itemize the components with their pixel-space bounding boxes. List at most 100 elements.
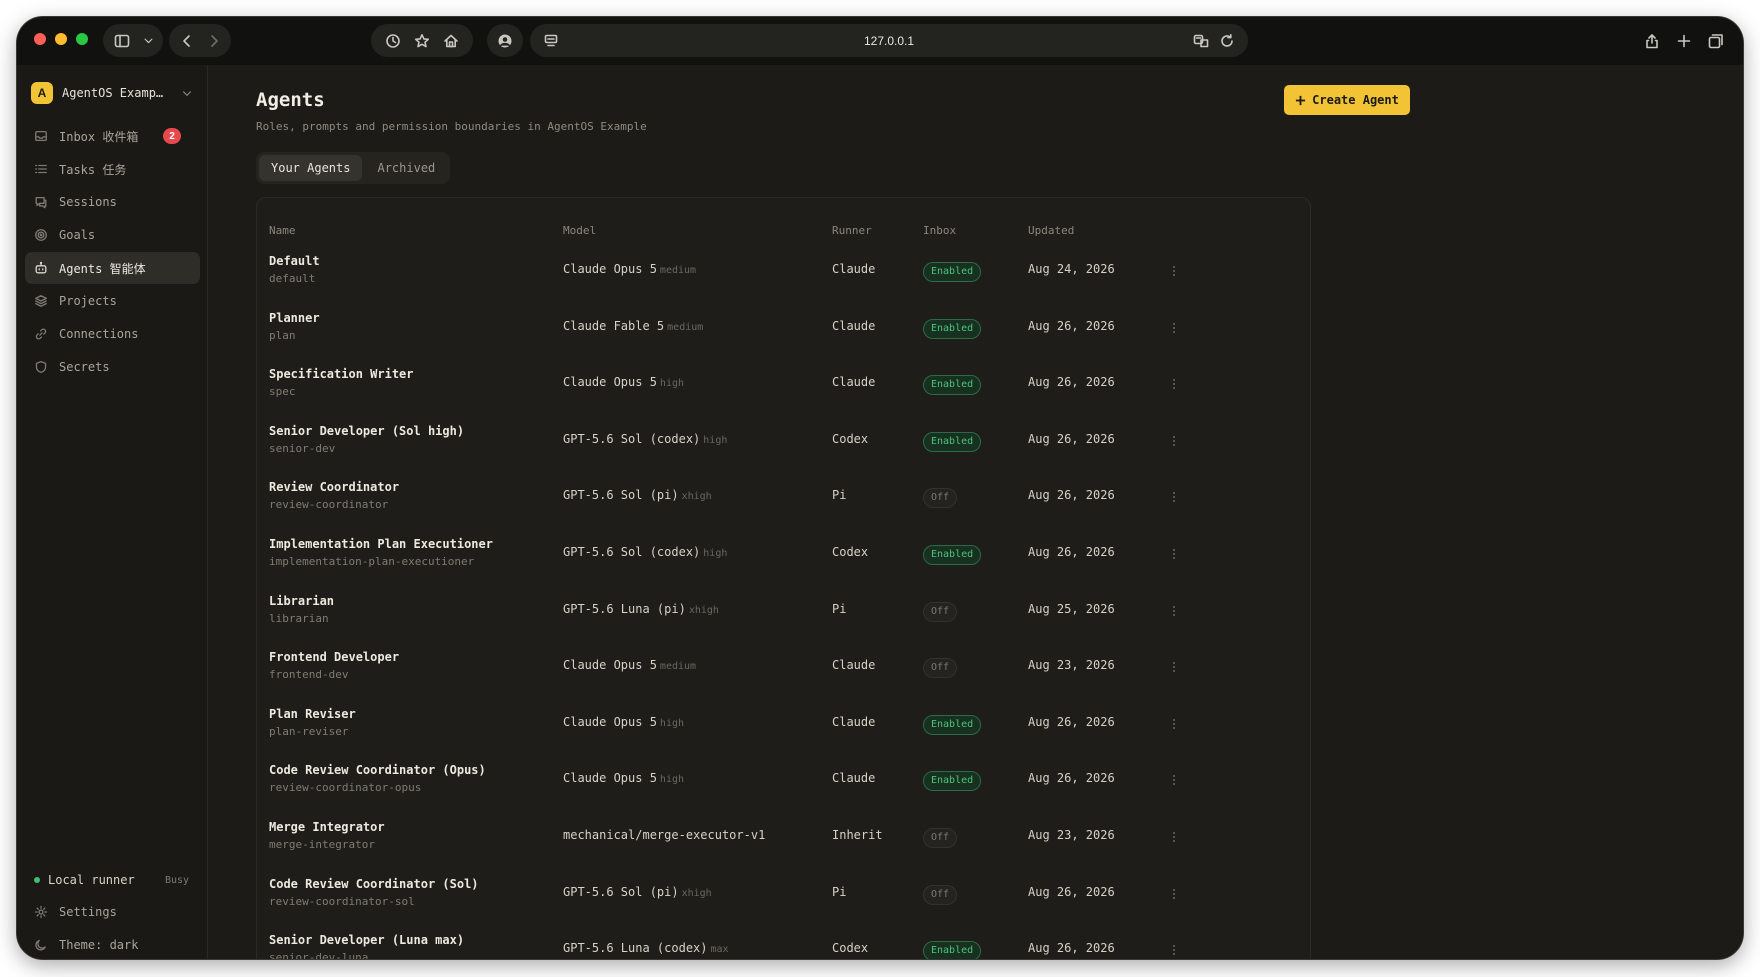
- row-menu-icon[interactable]: [1169, 489, 1179, 508]
- sidebar-item-sessions[interactable]: Sessions: [25, 186, 200, 218]
- row-menu-icon[interactable]: [1169, 546, 1179, 565]
- target-icon: [35, 229, 47, 241]
- profile-avatar-icon[interactable]: [492, 28, 518, 54]
- tab-overview-icon[interactable]: [1703, 28, 1729, 54]
- row-menu-icon[interactable]: [1169, 886, 1179, 905]
- agent-updated: Aug 26, 2026: [1028, 375, 1115, 390]
- create-agent-button[interactable]: Create Agent: [1284, 85, 1410, 115]
- table-row[interactable]: Planner plan Claude Fable 5 medium Claude Ena…: [257, 307, 1310, 364]
- agent-name[interactable]: Frontend Developer: [269, 650, 399, 664]
- share-icon[interactable]: [1639, 28, 1665, 54]
- workspace-switcher[interactable]: A AgentOS Examp…: [31, 80, 193, 106]
- agent-effort: max: [710, 944, 729, 956]
- agent-name[interactable]: Review Coordinator: [269, 480, 399, 494]
- agent-name[interactable]: Default: [269, 254, 320, 268]
- forward-icon[interactable]: [201, 28, 227, 54]
- sidebar-item-tasks[interactable]: Tasks 任务: [25, 153, 200, 185]
- chevron-down-icon[interactable]: [139, 28, 157, 54]
- row-menu-icon[interactable]: [1169, 942, 1179, 959]
- sidebar-toggle-group: [103, 24, 163, 57]
- sidebar-item-connections[interactable]: Connections: [25, 318, 200, 350]
- agent-name[interactable]: Code Review Coordinator (Sol): [269, 877, 479, 891]
- bookmark-star-icon[interactable]: [409, 28, 435, 54]
- row-menu-icon[interactable]: [1169, 772, 1179, 791]
- layers-icon: [35, 295, 47, 307]
- table-row[interactable]: Default default Claude Opus 5 medium Claude E…: [257, 250, 1310, 307]
- table-row[interactable]: Specification Writer spec Claude Opus 5 hig…: [257, 363, 1310, 420]
- inbox-status-badge: Off: [923, 884, 958, 905]
- table-row[interactable]: Code Review Coordinator (Sol) review-coor…: [257, 873, 1310, 930]
- agent-name[interactable]: Senior Developer (Sol high): [269, 424, 464, 438]
- theme-toggle[interactable]: Theme: dark: [25, 928, 200, 959]
- table-row[interactable]: Review Coordinator review-coordinator GPT-…: [257, 476, 1310, 533]
- minimize-window-button[interactable]: [55, 33, 67, 45]
- column-header-runner[interactable]: Runner: [832, 224, 872, 237]
- table-row[interactable]: Frontend Developer frontend-dev Claude Opu…: [257, 646, 1310, 703]
- agent-name[interactable]: Plan Reviser: [269, 707, 356, 721]
- agent-name[interactable]: Librarian: [269, 594, 334, 608]
- table-row[interactable]: Senior Developer (Sol high) senior-dev GPT…: [257, 420, 1310, 477]
- sidebar-item-agents[interactable]: Agents 智能体: [25, 252, 200, 284]
- agent-updated: Aug 26, 2026: [1028, 318, 1115, 333]
- agent-name[interactable]: Senior Developer (Luna max): [269, 933, 464, 947]
- agent-name[interactable]: Specification Writer: [269, 367, 414, 381]
- row-menu-icon[interactable]: [1169, 263, 1179, 282]
- row-menu-icon[interactable]: [1169, 659, 1179, 678]
- sidebar-item-goals[interactable]: Goals: [25, 219, 200, 251]
- table-row[interactable]: Merge Integrator merge-integrator mechanic…: [257, 816, 1310, 873]
- sidebar-item-projects[interactable]: Projects: [25, 285, 200, 317]
- agent-model: Claude Opus 5: [563, 714, 657, 729]
- translate-icon[interactable]: [1188, 28, 1214, 54]
- table-row[interactable]: Librarian librarian GPT-5.6 Luna (pi) xhigh…: [257, 590, 1310, 647]
- table-row[interactable]: Plan Reviser plan-reviser Claude Opus 5 hig…: [257, 703, 1310, 760]
- agent-slug: plan-reviser: [269, 724, 349, 738]
- column-header-inbox[interactable]: Inbox: [923, 224, 956, 237]
- sidebar-item-secrets[interactable]: Secrets: [25, 351, 200, 383]
- new-tab-icon[interactable]: [1671, 28, 1697, 54]
- sidebar-toggle-icon[interactable]: [109, 28, 135, 54]
- inbox-status-badge: Enabled: [923, 318, 982, 339]
- agent-name[interactable]: Planner: [269, 311, 320, 325]
- agent-inbox-cell: Off: [923, 485, 958, 509]
- agent-name[interactable]: Merge Integrator: [269, 820, 385, 834]
- tab-your-agents[interactable]: Your Agents: [259, 155, 363, 181]
- agent-updated: Aug 26, 2026: [1028, 488, 1115, 503]
- table-row[interactable]: Senior Developer (Luna max) senior-dev-lu…: [257, 929, 1310, 959]
- row-menu-icon[interactable]: [1169, 376, 1179, 395]
- local-runner-status[interactable]: Local runner Busy: [25, 865, 200, 895]
- close-window-button[interactable]: [34, 33, 46, 45]
- row-menu-icon[interactable]: [1169, 603, 1179, 622]
- agent-model-cell: GPT-5.6 Luna (pi) xhigh: [563, 602, 719, 616]
- settings-link[interactable]: Settings: [25, 895, 200, 928]
- table-row[interactable]: Code Review Coordinator (Opus) review-coo…: [257, 759, 1310, 816]
- column-header-name[interactable]: Name: [269, 224, 296, 237]
- home-icon[interactable]: [438, 28, 464, 54]
- reload-icon[interactable]: [1214, 28, 1240, 54]
- agent-updated: Aug 26, 2026: [1028, 884, 1115, 899]
- row-menu-icon[interactable]: [1169, 716, 1179, 735]
- page-menu-icon[interactable]: [538, 28, 564, 54]
- column-header-updated[interactable]: Updated: [1028, 224, 1074, 237]
- address-bar[interactable]: 127.0.0.1: [530, 24, 1248, 57]
- tab-archived[interactable]: Archived: [365, 155, 447, 181]
- agent-name[interactable]: Code Review Coordinator (Opus): [269, 763, 486, 777]
- main-content: Agents Roles, prompts and permission bou…: [209, 65, 1743, 959]
- agent-inbox-cell: Enabled: [923, 429, 982, 452]
- inbox-status-badge: Off: [923, 488, 958, 509]
- agent-name-cell: Review Coordinator review-coordinator: [269, 480, 399, 511]
- row-menu-icon[interactable]: [1169, 829, 1179, 848]
- row-menu-icon[interactable]: [1169, 320, 1179, 339]
- inbox-status-badge: Enabled: [923, 771, 982, 792]
- settings-label: Settings: [59, 904, 117, 919]
- sidebar-item-inbox[interactable]: Inbox 收件箱 2: [25, 120, 200, 152]
- zoom-window-button[interactable]: [76, 33, 88, 45]
- agent-model: GPT-5.6 Luna (pi): [563, 601, 686, 616]
- back-icon[interactable]: [174, 28, 200, 54]
- history-icon[interactable]: [380, 28, 406, 54]
- agent-model-cell: Claude Fable 5 medium: [563, 319, 703, 333]
- agent-name[interactable]: Implementation Plan Executioner: [269, 537, 493, 551]
- row-menu-icon[interactable]: [1169, 433, 1179, 452]
- agent-name-cell: Implementation Plan Executioner implement…: [269, 537, 493, 568]
- table-row[interactable]: Implementation Plan Executioner implement…: [257, 533, 1310, 590]
- column-header-model[interactable]: Model: [563, 224, 596, 237]
